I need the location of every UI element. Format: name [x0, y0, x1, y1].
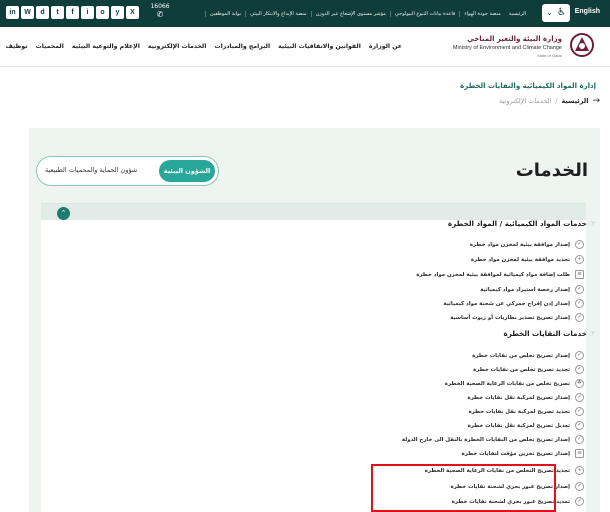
site-header: وزارة البيئة والتغير المناخي Ministry of…	[0, 27, 610, 67]
facebook-icon[interactable]: f	[66, 6, 79, 19]
nav-programs[interactable]: البرامج والمبادرات	[214, 43, 270, 50]
service-item[interactable]: ✓ إصدار موافقة بيئية لمخزن مواد خطرة	[470, 238, 584, 251]
toplink-home[interactable]: الرئيسية	[505, 11, 530, 17]
check-circle-icon: ✓	[575, 313, 584, 322]
service-item[interactable]: ☘ تصريح تخلص من نفايات الرعاية الصحية ال…	[445, 377, 584, 390]
service-item[interactable]: ≡ إصدار تصريح تخزين مؤقت لنفايات خطرة	[462, 447, 584, 460]
nav-reserves[interactable]: المحميات	[36, 43, 64, 50]
check-circle-icon: ✓	[575, 421, 584, 430]
check-circle-icon: ✓	[575, 435, 584, 444]
service-item[interactable]: ✓ إصدار تصريح تخلص من النفايات الخطرة با…	[402, 433, 584, 446]
nav-laws[interactable]: القوانين والاتفاقيات البيئية	[278, 43, 361, 50]
document-icon: ≡	[575, 270, 584, 279]
check-circle-icon: ✓	[575, 285, 584, 294]
x-icon[interactable]: X	[126, 6, 139, 19]
category-title[interactable]: إدارة المواد الكيميائية والنفايات الخطرة	[460, 82, 596, 90]
service-item[interactable]: ✓ إصدار تصريح تخلص من نفايات خطرة	[472, 349, 584, 362]
toplink-employees[interactable]: بوابة الموظفين	[204, 10, 245, 17]
qatar-emblem-icon	[570, 33, 594, 57]
service-item[interactable]: ✓ تجديد تصريح تخلص من نفايات خطرة	[473, 363, 584, 376]
social-links: in W d t f i o y X	[6, 6, 139, 19]
hotline[interactable]: 16066 ✆	[150, 3, 170, 20]
language-switch[interactable]: English	[575, 8, 600, 15]
phone-icon: ✆	[156, 10, 164, 19]
document-icon: ≡	[575, 449, 584, 458]
check-circle-icon: ✓	[575, 393, 584, 402]
service-item[interactable]: ✓ إصدار تصريح تصدير بطاريات أو زيوت أساس…	[450, 311, 584, 324]
check-circle-icon: ✓	[575, 299, 584, 308]
pointer-icon: ☞	[588, 219, 596, 228]
check-circle-icon: ✓	[575, 365, 584, 374]
check-circle-icon: ✓	[575, 240, 584, 249]
chevron-up-icon[interactable]: ⌃	[57, 207, 70, 220]
linkedin-icon[interactable]: in	[6, 6, 19, 19]
leaf-icon: ☘	[575, 379, 584, 388]
logo-english: Ministry of Environment and Climate Chan…	[452, 45, 562, 51]
tiktok-icon[interactable]: d	[36, 6, 49, 19]
service-item[interactable]: + تجديد موافقة بيئية لمخزن مواد خطرة	[471, 253, 584, 266]
breadcrumb-home[interactable]: الرئيسية	[561, 97, 588, 105]
toplink-air-quality[interactable]: منصة جودة الهواء	[459, 10, 504, 17]
group-title-waste-label: خدمات النفايات الخطرة	[503, 329, 587, 338]
plus-circle-icon: +	[575, 466, 584, 475]
service-item[interactable]: ✓ إصدار إذن إفراج جمركي عن شحنة مواد كيم…	[443, 297, 584, 310]
nav-jobs[interactable]: توظيف	[6, 43, 28, 50]
group-title-chemicals: ☞ خدمات المواد الكيميائية / المواد الخطر…	[448, 219, 596, 228]
logo-subtitle: State of Qatar	[537, 53, 562, 58]
plus-circle-icon: +	[575, 255, 584, 264]
breadcrumb-separator: /	[555, 97, 558, 105]
services-toggle: الشؤون البيئية شؤون الحماية والمحميات ال…	[36, 156, 219, 186]
toplink-biodiversity[interactable]: قاعدة بيانات التنوع البيولوجي	[389, 10, 459, 17]
breadcrumb-current: الخدمات الإلكترونية	[499, 97, 552, 105]
arrow-right-icon[interactable]: →	[592, 96, 600, 106]
nav-about[interactable]: عن الوزارة	[369, 43, 402, 50]
toplink-radiation[interactable]: مؤشر مستوى الإشعاع عبر الدوزن	[310, 10, 390, 17]
service-item[interactable]: ✓ إصدار رخصة استيراد مواد كيميائية	[480, 283, 584, 296]
service-item[interactable]: ✓ إصدار تصريح لمركبة نقل نفايات خطرة	[468, 391, 584, 404]
top-bar: English ♿ ⌄ الرئيسية منصة جودة الهواء قا…	[0, 0, 610, 27]
service-item[interactable]: ✓ تجديد تصريح لمركبة نقل نفايات خطرة	[468, 405, 584, 418]
logo-arabic: وزارة البيئة والتغير المناخي	[467, 35, 562, 43]
accessibility-icon: ♿	[557, 7, 566, 18]
whatsapp-icon[interactable]: W	[21, 6, 34, 19]
check-circle-icon: ✓	[575, 482, 584, 491]
threads-icon[interactable]: t	[51, 6, 64, 19]
service-item[interactable]: ≡ طلب إضافة مواد كيميائية لموافقة بيئية …	[416, 268, 584, 281]
youtube-icon[interactable]: y	[111, 6, 124, 19]
highlight-box	[371, 464, 556, 512]
top-links: الرئيسية منصة جودة الهواء قاعدة بيانات ا…	[204, 0, 530, 27]
check-circle-icon: ✓	[575, 497, 584, 506]
chevron-down-icon: ⌄	[546, 8, 553, 17]
pointer-icon: ☞	[588, 329, 596, 338]
card-header: ⌃	[41, 204, 586, 220]
nav-media[interactable]: الإعلام والتوعية البيئية	[72, 43, 140, 50]
breadcrumb: → الرئيسية / الخدمات الإلكترونية	[499, 96, 600, 106]
tab-protection-reserves[interactable]: شؤون الحماية والمحميات الطبيعية	[45, 166, 137, 174]
check-circle-icon: ✓	[575, 407, 584, 416]
check-circle-icon: ✓	[575, 351, 584, 360]
ministry-logo[interactable]: وزارة البيئة والتغير المناخي Ministry of…	[446, 31, 596, 63]
page-title: الخدمات	[515, 160, 588, 181]
instagram-icon[interactable]: i	[81, 6, 94, 19]
group-title-hazardous-waste: ☞ خدمات النفايات الخطرة	[503, 329, 596, 338]
service-item[interactable]: ✓ تعديل تصريح لمركبة نقل نفايات خطرة	[468, 419, 584, 432]
snapchat-icon[interactable]: o	[96, 6, 109, 19]
nav-eservices[interactable]: الخدمات الإلكترونية	[148, 43, 206, 50]
main-nav: عن الوزارة القوانين والاتفاقيات البيئية …	[6, 43, 402, 50]
hotline-number: 16066	[150, 3, 170, 10]
tab-environmental-affairs[interactable]: الشؤون البيئية	[159, 160, 215, 182]
toplink-innovation[interactable]: منصة الإبداع والابتكار البيئي	[245, 10, 310, 17]
accessibility-button[interactable]: ♿ ⌄	[542, 4, 570, 22]
group-title-chemicals-label: خدمات المواد الكيميائية / المواد الخطرة	[447, 219, 587, 228]
